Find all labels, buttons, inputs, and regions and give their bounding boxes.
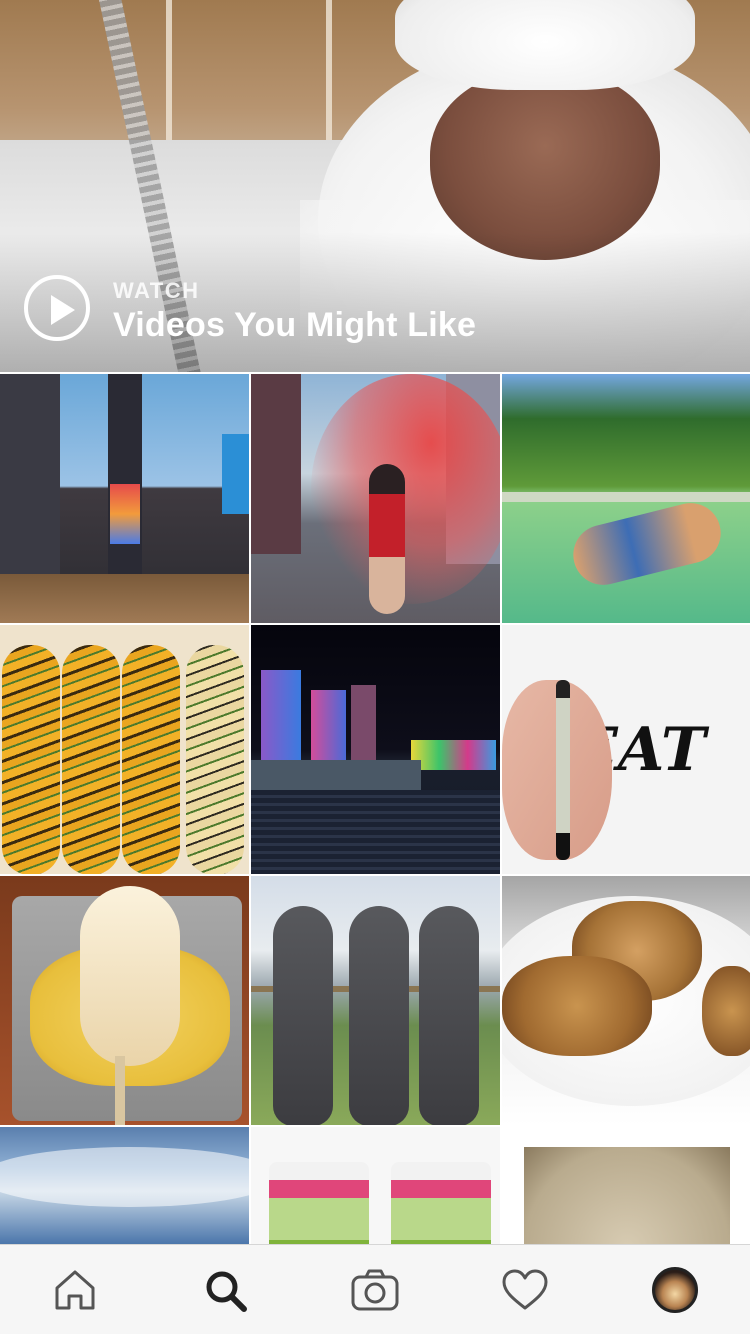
tab-activity[interactable] — [500, 1265, 550, 1315]
play-circle-icon[interactable] — [24, 275, 90, 341]
kiwi-smoothies-photo[interactable] — [251, 1127, 500, 1244]
tab-bar — [0, 1244, 750, 1334]
tab-profile[interactable] — [650, 1265, 700, 1315]
night-city-harbor-photo[interactable] — [251, 625, 500, 874]
tab-home[interactable] — [50, 1265, 100, 1315]
oatmeal-cookies-photo[interactable] — [502, 876, 750, 1125]
mud-bath-women-photo[interactable] — [251, 876, 500, 1125]
banner-background-towel — [395, 0, 695, 90]
watch-videos-banner[interactable]: WATCH Videos You Might Like — [0, 0, 750, 372]
camera-icon — [351, 1269, 399, 1311]
watch-label: WATCH — [113, 278, 200, 303]
pool-swimmer-photo[interactable] — [502, 374, 750, 623]
times-square-photo[interactable] — [0, 374, 249, 623]
search-icon — [206, 1271, 247, 1312]
cloudy-sky-photo[interactable] — [0, 1127, 249, 1244]
red-smoke-flare-photo[interactable] — [251, 374, 500, 623]
tab-search[interactable] — [200, 1265, 250, 1315]
grilled-corn-photo[interactable] — [0, 625, 249, 874]
tab-camera[interactable] — [350, 1265, 400, 1315]
heart-icon — [502, 1269, 548, 1310]
elote-corn-tray-photo[interactable] — [0, 876, 249, 1125]
profile-avatar — [652, 1267, 698, 1313]
home-icon — [55, 1270, 95, 1310]
parchment-paper-photo[interactable] — [502, 1127, 750, 1244]
eat-lettering-photo[interactable]: EAT — [502, 625, 750, 874]
watch-title[interactable]: Videos You Might Like — [113, 306, 476, 345]
